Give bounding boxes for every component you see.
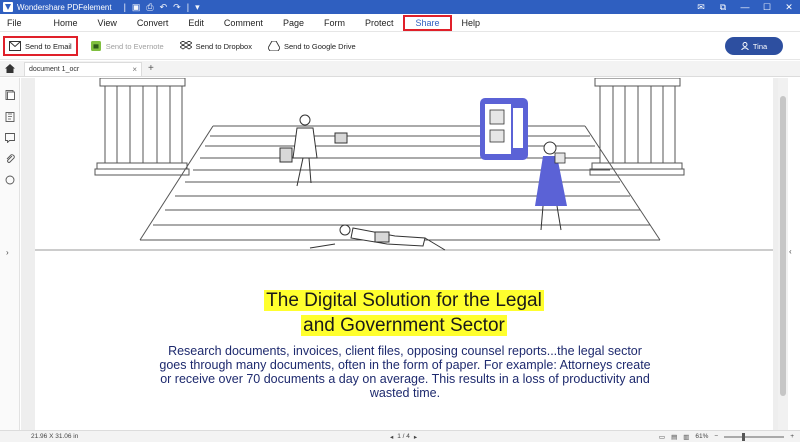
- comment-icon[interactable]: [5, 133, 15, 143]
- menu-protect[interactable]: Protect: [355, 15, 404, 31]
- menu-form[interactable]: Form: [314, 15, 355, 31]
- zoom-out-icon[interactable]: −: [714, 433, 718, 440]
- home-tab[interactable]: [0, 60, 20, 76]
- send-to-google-drive-button[interactable]: Send to Google Drive: [264, 36, 360, 56]
- zoom-in-icon[interactable]: +: [790, 433, 794, 440]
- menu-edit[interactable]: Edit: [178, 15, 214, 31]
- dropbox-icon: [179, 41, 192, 50]
- left-sidebar: ›: [0, 78, 20, 430]
- close-tab-icon[interactable]: ×: [132, 65, 137, 74]
- document-heading-line1: The Digital Solution for the Legal: [264, 290, 544, 311]
- minimize-button[interactable]: —: [734, 2, 756, 12]
- title-bar: Wondershare PDFelement | ▣ ⎙ ↶ ↷ | ▾ ✉ ⧉…: [0, 0, 800, 14]
- maximize-button[interactable]: ☐: [756, 2, 778, 13]
- two-page-view-icon[interactable]: ▥: [683, 433, 689, 441]
- expand-right-panel-chevron-icon[interactable]: ‹: [789, 247, 792, 256]
- zoom-slider[interactable]: [724, 432, 785, 441]
- expand-sidebar-chevron-icon[interactable]: ›: [6, 248, 9, 257]
- vertical-scrollbar[interactable]: [778, 78, 788, 430]
- user-account-button[interactable]: Tina: [725, 37, 783, 55]
- menu-comment[interactable]: Comment: [214, 15, 273, 31]
- menu-home[interactable]: Home: [44, 15, 88, 31]
- envelope-icon: [9, 41, 21, 51]
- user-icon: [740, 42, 749, 50]
- menu-help[interactable]: Help: [452, 15, 491, 31]
- home-icon: [5, 63, 15, 73]
- next-page-icon[interactable]: ▸: [414, 433, 417, 441]
- page-indicator[interactable]: 1 / 4: [397, 433, 410, 440]
- menu-page[interactable]: Page: [273, 15, 314, 31]
- send-to-email-button[interactable]: Send to Email: [3, 36, 78, 56]
- redo-icon[interactable]: ↷: [173, 2, 181, 13]
- quick-access-toolbar: | ▣ ⎙ ↶ ↷ | ▾: [124, 2, 200, 13]
- mail-icon[interactable]: ✉: [690, 2, 712, 13]
- send-to-evernote-button[interactable]: Send to Evernote: [86, 36, 168, 56]
- document-heading-line2: and Government Sector: [301, 315, 507, 336]
- document-page: The Digital Solution for the Legal and G…: [35, 78, 773, 430]
- undo-icon[interactable]: ↶: [160, 2, 168, 13]
- new-tab-button[interactable]: +: [148, 62, 154, 76]
- thumbnails-icon[interactable]: [5, 90, 15, 100]
- menu-bar: File Home View Convert Edit Comment Page…: [0, 14, 800, 32]
- legal-illustration: [35, 78, 773, 251]
- window-title: Wondershare PDFelement: [17, 2, 112, 12]
- scrollbar-thumb[interactable]: [780, 96, 786, 396]
- close-button[interactable]: ✕: [778, 2, 800, 13]
- restore-icon[interactable]: ⧉: [712, 2, 734, 13]
- menu-file[interactable]: File: [0, 15, 44, 31]
- send-to-dropbox-button[interactable]: Send to Dropbox: [176, 36, 256, 56]
- separator-icon: |: [123, 2, 126, 12]
- menu-share[interactable]: Share: [403, 14, 452, 31]
- send-to-google-drive-label: Send to Google Drive: [283, 41, 356, 51]
- zoom-slider-knob[interactable]: [742, 432, 746, 441]
- single-page-view-icon[interactable]: ▭: [659, 433, 665, 441]
- customize-dropdown-icon[interactable]: ▾: [195, 2, 200, 13]
- continuous-view-icon[interactable]: ▤: [671, 433, 677, 441]
- separator-icon: |: [186, 2, 190, 12]
- tab-document-label: document 1_ocr: [29, 66, 80, 73]
- tab-document[interactable]: document 1_ocr ×: [24, 62, 142, 76]
- window-controls: ✉ ⧉ — ☐ ✕: [690, 2, 800, 13]
- bookmark-icon[interactable]: [5, 112, 15, 122]
- document-body-text: Research documents, invoices, client fil…: [159, 344, 651, 400]
- user-name: Tina: [752, 41, 768, 51]
- view-controls: ▭ ▤ ▥ 61% − +: [659, 432, 794, 441]
- menu-convert[interactable]: Convert: [127, 15, 179, 31]
- zoom-level: 61%: [695, 433, 709, 440]
- google-drive-icon: [267, 41, 280, 51]
- app-logo-icon: [3, 2, 13, 12]
- send-to-dropbox-label: Send to Dropbox: [195, 41, 252, 51]
- print-icon[interactable]: ⎙: [146, 2, 153, 13]
- send-to-evernote-label: Send to Evernote: [105, 41, 164, 51]
- page-dimensions: 21.96 X 31.06 in: [31, 433, 79, 440]
- document-heading: The Digital Solution for the Legal and G…: [35, 288, 773, 338]
- share-toolbar: Send to Email Send to Evernote Send to D…: [0, 33, 800, 60]
- document-canvas: The Digital Solution for the Legal and G…: [21, 78, 786, 430]
- send-to-email-label: Send to Email: [25, 41, 72, 51]
- save-icon[interactable]: ▣: [132, 2, 141, 13]
- prev-page-icon[interactable]: ◂: [390, 433, 393, 441]
- document-tab-bar: document 1_ocr × +: [0, 61, 800, 77]
- status-bar: 21.96 X 31.06 in ◂ 1 / 4 ▸ ▭ ▤ ▥ 61% − +: [0, 430, 800, 442]
- evernote-icon: [90, 41, 101, 51]
- search-icon[interactable]: [5, 175, 15, 185]
- page-navigator: ◂ 1 / 4 ▸: [390, 433, 417, 441]
- menu-view[interactable]: View: [88, 15, 127, 31]
- attachment-icon[interactable]: [5, 154, 15, 164]
